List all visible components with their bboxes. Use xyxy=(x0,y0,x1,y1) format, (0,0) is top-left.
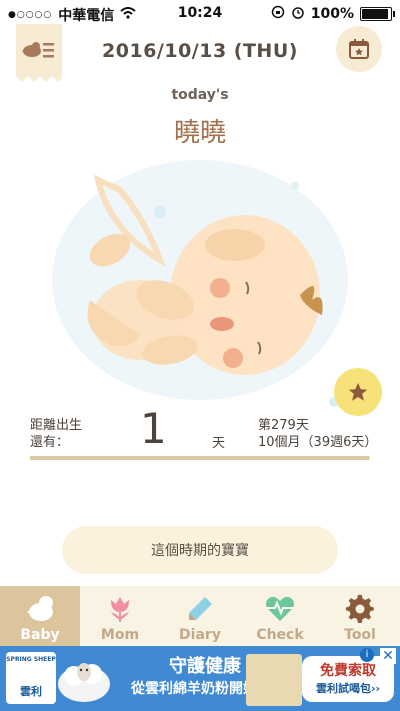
bird-menu-icon xyxy=(16,42,62,82)
countdown-label: 距離出生 還有： xyxy=(30,417,82,451)
calendar-icon xyxy=(349,39,369,59)
ad-brand-name: SPRING SHEEP xyxy=(6,656,56,663)
days-remaining: 1 xyxy=(140,404,167,453)
pregnancy-progress-bar xyxy=(30,456,370,460)
alarm-icon xyxy=(291,5,305,23)
tab-check[interactable]: Check xyxy=(240,586,320,646)
tab-baby[interactable]: Baby xyxy=(0,586,80,646)
ad-info-icon[interactable]: i xyxy=(360,648,374,662)
ad-banner[interactable]: SPRING SHEEP 雲利 守護健康 從雲利綿羊奶粉開始 免費索取 雲利試喝… xyxy=(0,646,400,711)
calendar-button[interactable] xyxy=(336,26,382,72)
tab-mom[interactable]: Mom xyxy=(80,586,160,646)
pencil-icon xyxy=(184,593,216,625)
sheep-image xyxy=(58,663,110,702)
pregnancy-day: 第279天 xyxy=(258,418,309,433)
countdown-label-line1: 距離出生 xyxy=(30,418,83,433)
ad-product-image xyxy=(246,654,302,706)
bird-icon xyxy=(24,593,56,625)
pregnancy-month-week: 10個月（39週6天） xyxy=(258,435,378,450)
rotation-lock-icon xyxy=(271,5,285,23)
tab-label: Diary xyxy=(179,627,221,643)
heartbeat-icon xyxy=(264,593,296,625)
baby-this-period-button[interactable]: 這個時期的寶寶 xyxy=(62,526,338,574)
tab-label: Baby xyxy=(20,627,60,643)
todays-label: today's xyxy=(171,87,229,103)
battery-percent: 100% xyxy=(310,6,354,22)
tab-label: Check xyxy=(256,627,304,643)
ad-brand-text: SPRING SHEEP 雲利 xyxy=(6,656,56,699)
ad-close-icon[interactable]: ✕ xyxy=(380,648,396,664)
tab-tool[interactable]: Tool xyxy=(320,586,400,646)
baby-illustration xyxy=(52,160,348,407)
baby-name: 曉曉 xyxy=(173,118,226,148)
pregnancy-week-info: 第279天 10個月（39週6天） xyxy=(258,417,377,451)
progress-fill xyxy=(30,456,369,460)
tab-diary[interactable]: Diary xyxy=(160,586,240,646)
ad-cta-line2: 雲利試喝包›› xyxy=(315,682,381,695)
menu-button[interactable] xyxy=(16,24,62,82)
tulip-icon xyxy=(104,593,136,625)
tab-label: Mom xyxy=(100,627,140,643)
gear-icon xyxy=(344,593,376,625)
days-unit: 天 xyxy=(212,436,226,451)
favorite-button[interactable] xyxy=(334,368,382,416)
battery-icon xyxy=(360,7,395,21)
tab-bar: Baby Mom Diary Check Tool xyxy=(0,586,400,646)
tab-label: Tool xyxy=(344,627,376,643)
countdown-label-line2: 還有： xyxy=(30,435,70,450)
page-date: 2016/10/13 (THU) xyxy=(102,40,298,62)
star-icon xyxy=(348,382,368,401)
ad-brand-sub: 雲利 xyxy=(20,685,42,698)
